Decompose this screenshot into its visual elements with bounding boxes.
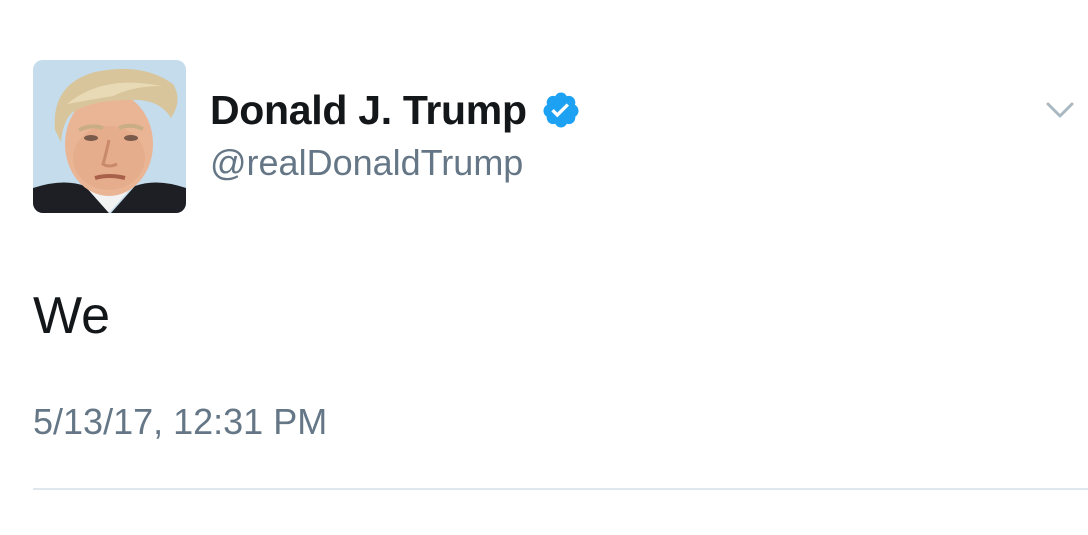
tweet-card: Donald J. Trump @realDonaldTrump We 5/13… <box>0 0 1088 535</box>
tweet-menu-button[interactable] <box>1040 92 1080 128</box>
author-display-name[interactable]: Donald J. Trump <box>210 87 527 134</box>
divider <box>33 488 1088 490</box>
author-handle[interactable]: @realDonaldTrump <box>210 142 523 184</box>
tweet-timestamp[interactable]: 5/13/17, 12:31 PM <box>33 401 327 443</box>
verified-badge-icon <box>541 90 581 130</box>
author-name-row[interactable]: Donald J. Trump <box>210 86 581 134</box>
tweet-text: We <box>33 287 111 345</box>
chevron-down-icon <box>1046 102 1074 118</box>
avatar[interactable] <box>33 60 186 213</box>
avatar-photo <box>33 60 186 213</box>
